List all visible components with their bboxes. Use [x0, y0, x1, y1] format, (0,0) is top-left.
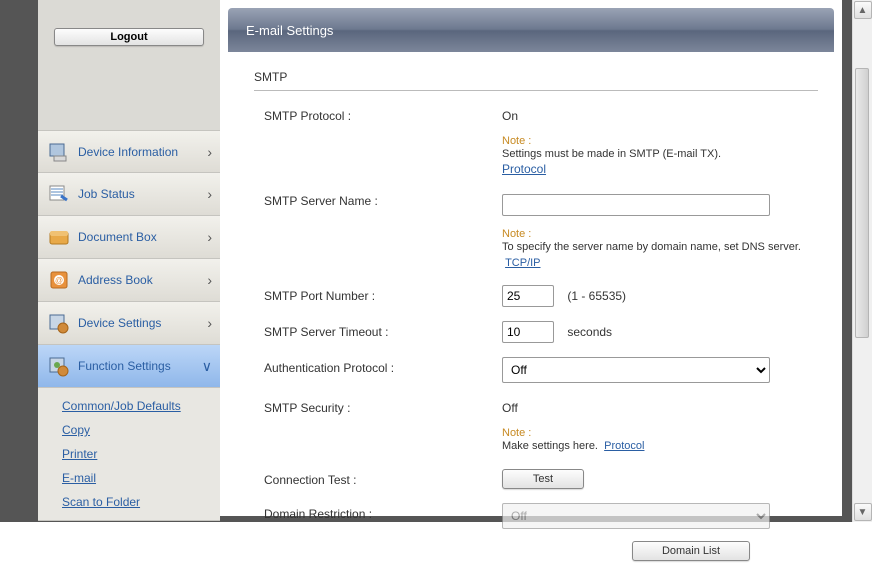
nav-label: Job Status: [78, 187, 135, 201]
label-smtp-server-name: SMTP Server Name :: [254, 190, 502, 208]
page-title-bar: E-mail Settings: [228, 8, 834, 52]
sidebar-item-address-book[interactable]: @ Address Book ›: [38, 259, 220, 302]
domain-restriction-select[interactable]: Off: [502, 503, 770, 529]
row-smtp-server-name: SMTP Server Name :: [254, 190, 818, 216]
scroll-thumb[interactable]: [855, 68, 869, 338]
row-conn-test: Connection Test : Test: [254, 469, 818, 489]
test-button[interactable]: Test: [502, 469, 584, 489]
subnav-common-job-defaults[interactable]: Common/Job Defaults: [58, 394, 220, 418]
sidebar-item-device-information[interactable]: Device Information ›: [38, 130, 220, 173]
row-domain-list: Domain List: [254, 537, 818, 561]
nav-label: Function Settings: [78, 359, 171, 373]
nav-list: Device Information › Job Status › Docume…: [38, 130, 220, 388]
row-note-1: Note : Settings must be made in SMTP (E-…: [254, 131, 818, 176]
protocol-link[interactable]: Protocol: [502, 162, 546, 176]
row-smtp-port: SMTP Port Number : (1 - 65535): [254, 285, 818, 307]
subnav-printer[interactable]: Printer: [58, 442, 220, 466]
smtp-port-input[interactable]: [502, 285, 554, 307]
sidebar-item-job-status[interactable]: Job Status ›: [38, 173, 220, 216]
protocol-link-2[interactable]: Protocol: [604, 440, 644, 452]
smtp-timeout-unit: seconds: [567, 325, 612, 339]
value-smtp-protocol: On: [502, 109, 818, 123]
label-domain-restriction: Domain Restriction :: [254, 503, 502, 521]
subnav-scan-to-folder[interactable]: Scan to Folder: [58, 490, 220, 514]
job-status-icon: [46, 182, 72, 206]
smtp-timeout-input[interactable]: [502, 321, 554, 343]
logout-button[interactable]: Logout: [54, 28, 204, 46]
row-smtp-protocol: SMTP Protocol : On: [254, 105, 818, 123]
note-body: To specify the server name by domain nam…: [502, 240, 818, 271]
label-smtp-port: SMTP Port Number :: [254, 285, 502, 303]
label-smtp-security: SMTP Security :: [254, 397, 502, 415]
domain-list-button[interactable]: Domain List: [632, 541, 750, 561]
subnav-copy[interactable]: Copy: [58, 418, 220, 442]
note-body: Settings must be made in SMTP (E-mail TX…: [502, 147, 818, 162]
main-panel: E-mail Settings SMTP SMTP Protocol : On …: [220, 0, 842, 516]
sidebar: Logout Device Information › Job Status ›: [38, 0, 220, 516]
note-body: Make settings here. Protocol: [502, 439, 818, 454]
note-title: Note :: [502, 135, 818, 147]
auth-protocol-select[interactable]: Off: [502, 357, 770, 383]
smtp-server-name-input[interactable]: [502, 194, 770, 216]
section-title: SMTP: [254, 70, 818, 84]
page-title: E-mail Settings: [246, 23, 333, 38]
svg-text:@: @: [55, 276, 63, 285]
tcpip-link[interactable]: TCP/IP: [505, 257, 540, 269]
chevron-right-icon: ›: [207, 144, 212, 160]
sidebar-item-device-settings[interactable]: Device Settings ›: [38, 302, 220, 345]
row-note-2: Note : To specify the server name by dom…: [254, 224, 818, 271]
row-note-3: Note : Make settings here. Protocol: [254, 423, 818, 454]
section-rule: [254, 90, 818, 91]
scroll-up-icon[interactable]: ▲: [854, 1, 872, 19]
label-conn-test: Connection Test :: [254, 469, 502, 487]
device-settings-icon: [46, 311, 72, 335]
function-settings-icon: [46, 354, 72, 378]
device-info-icon: [46, 140, 72, 164]
label-smtp-timeout: SMTP Server Timeout :: [254, 321, 502, 339]
label-smtp-protocol: SMTP Protocol :: [254, 105, 502, 123]
smtp-port-hint: (1 - 65535): [567, 289, 626, 303]
note-title: Note :: [502, 427, 818, 439]
document-box-icon: [46, 225, 72, 249]
address-book-icon: @: [46, 268, 72, 292]
label-auth-protocol: Authentication Protocol :: [254, 357, 502, 375]
logout-row: Logout: [38, 0, 220, 130]
sidebar-item-function-settings[interactable]: Function Settings ∨: [38, 345, 220, 388]
nav-label: Device Information: [78, 145, 178, 159]
row-smtp-timeout: SMTP Server Timeout : seconds: [254, 321, 818, 343]
nav-label: Document Box: [78, 230, 157, 244]
subnav-list: Common/Job Defaults Copy Printer E-mail …: [38, 388, 220, 521]
page-scrollbar[interactable]: ▲ ▼: [852, 0, 872, 522]
sidebar-item-document-box[interactable]: Document Box ›: [38, 216, 220, 259]
value-smtp-security: Off: [502, 401, 818, 415]
row-smtp-security: SMTP Security : Off: [254, 397, 818, 415]
nav-label: Address Book: [78, 273, 153, 287]
row-auth-protocol: Authentication Protocol : Off: [254, 357, 818, 383]
note-title: Note :: [502, 228, 818, 240]
content: SMTP SMTP Protocol : On Note : Settings …: [220, 52, 842, 579]
chevron-right-icon: ›: [207, 186, 212, 202]
chevron-right-icon: ›: [207, 229, 212, 245]
subnav-email[interactable]: E-mail: [58, 466, 220, 490]
chevron-down-icon: ∨: [202, 358, 212, 375]
row-domain-restriction: Domain Restriction : Off: [254, 503, 818, 529]
chevron-right-icon: ›: [207, 315, 212, 331]
scroll-down-icon[interactable]: ▼: [854, 503, 872, 521]
nav-label: Device Settings: [78, 316, 161, 330]
chevron-right-icon: ›: [207, 272, 212, 288]
